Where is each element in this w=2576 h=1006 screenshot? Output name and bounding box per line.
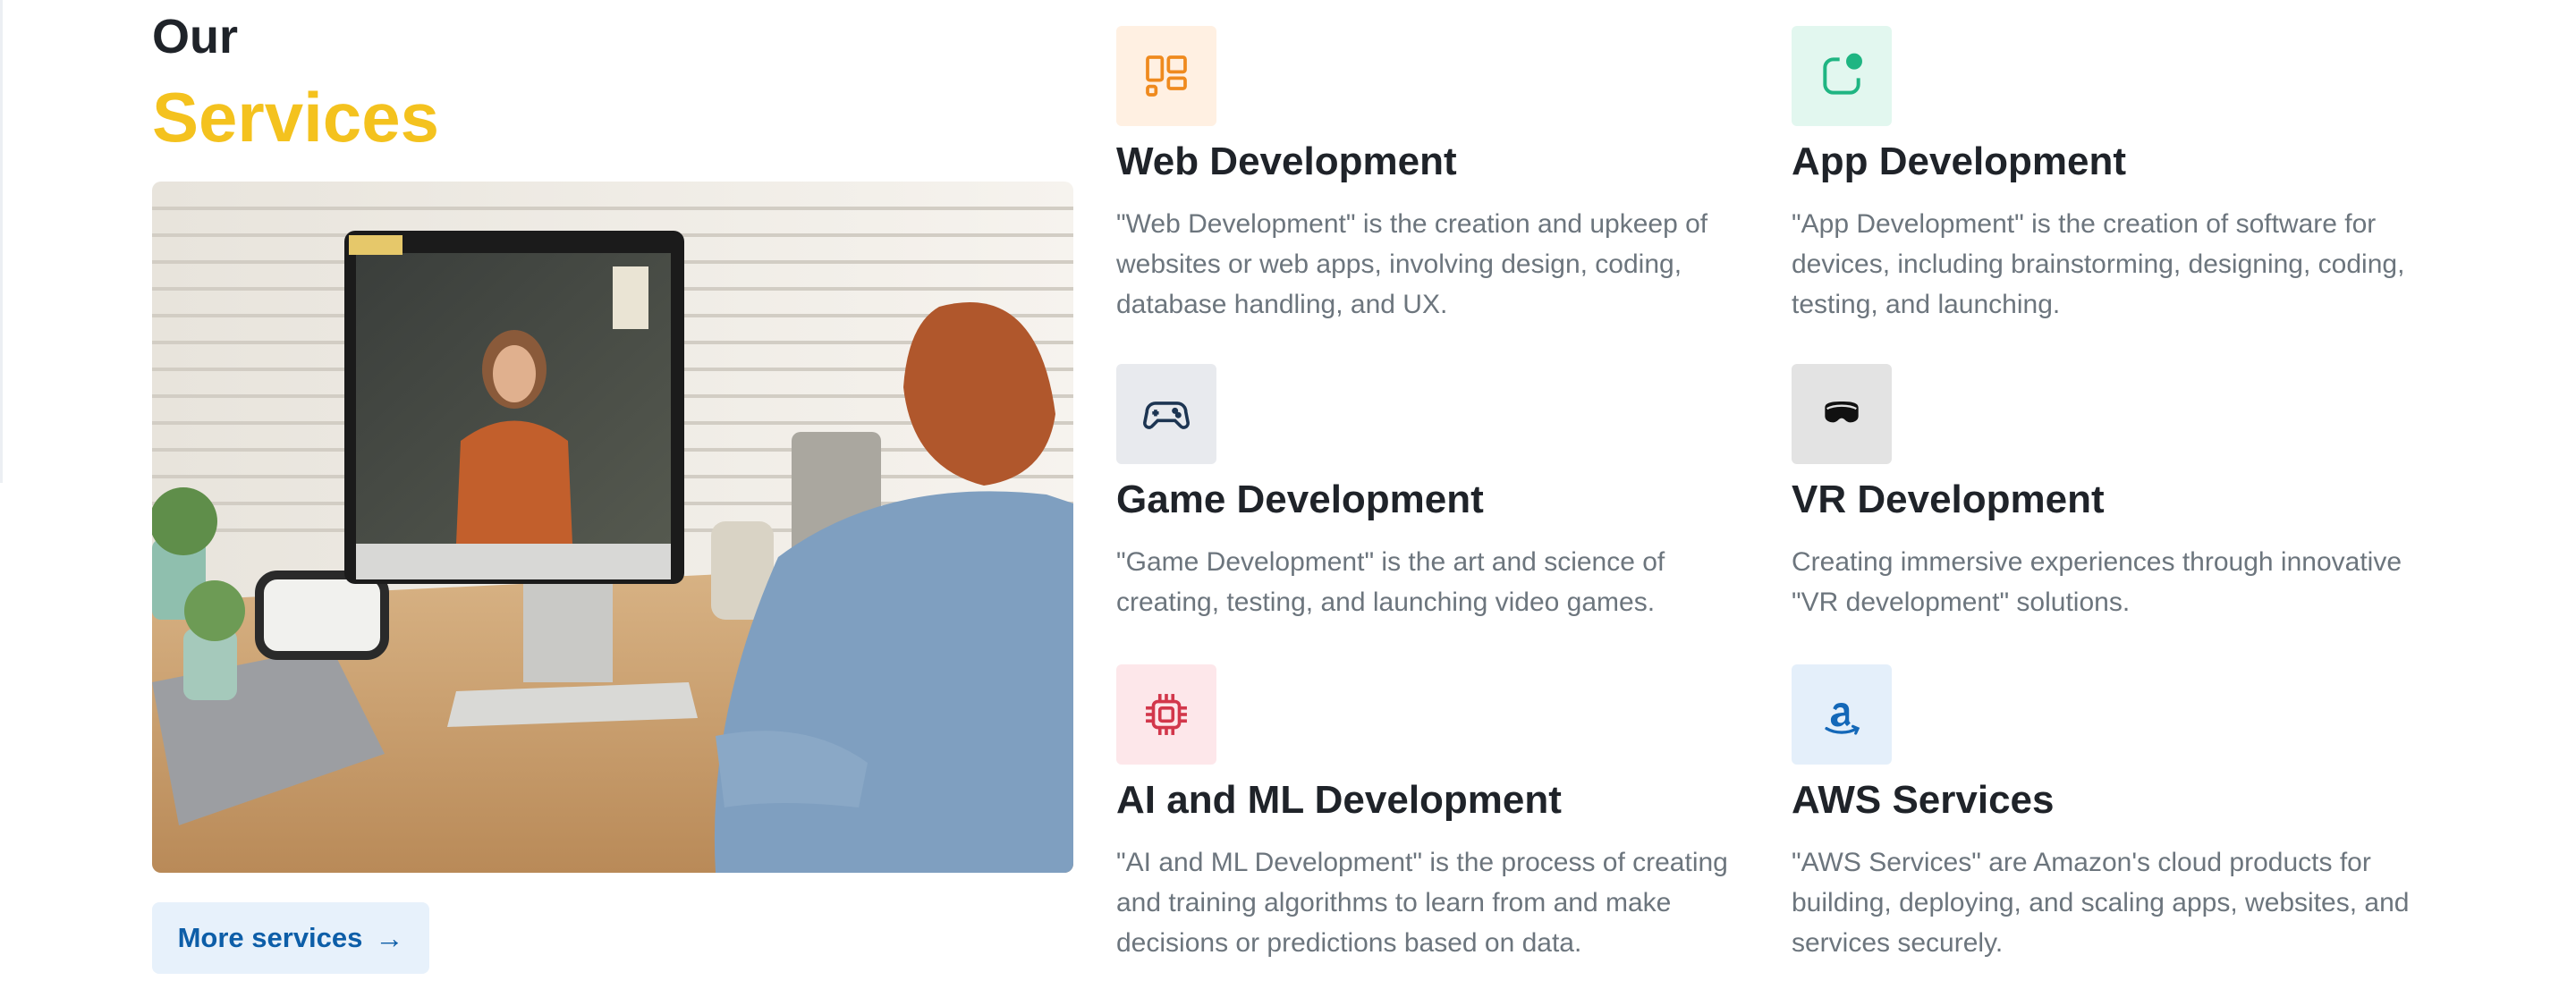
service-title: VR Development	[1792, 478, 2105, 521]
vr-headset-icon	[1792, 364, 1892, 464]
service-title: Game Development	[1116, 478, 1484, 521]
service-app-development: App Development "App Development" is the…	[1792, 26, 2418, 325]
service-aws-services: AWS Services "AWS Services" are Amazon's…	[1792, 664, 2418, 963]
section-heading-services: Services	[152, 78, 439, 156]
service-vr-development: VR Development Creating immersive experi…	[1792, 364, 2418, 622]
section-heading-our: Our	[152, 10, 239, 63]
layout-icon	[1116, 26, 1216, 126]
service-description: Creating immersive experiences through i…	[1792, 546, 2402, 617]
service-ai-ml-development: AI and ML Development "AI and ML Develop…	[1116, 664, 1742, 963]
service-description: "AWS Services" are Amazon's cloud produc…	[1792, 847, 2410, 958]
service-description: "Game Development" is the art and scienc…	[1116, 546, 1665, 617]
more-services-label: More services	[177, 922, 363, 953]
service-title: AWS Services	[1792, 778, 2055, 822]
service-title: App Development	[1792, 139, 2127, 183]
service-description: "App Development" is the creation of sof…	[1792, 208, 2405, 319]
more-services-button[interactable]: More services →	[152, 902, 429, 974]
service-web-development: Web Development "Web Development" is the…	[1116, 26, 1742, 325]
services-hero-image	[152, 182, 1073, 873]
page-edge	[0, 0, 3, 483]
service-description: "Web Development" is the creation and up…	[1116, 208, 1708, 319]
service-description: "AI and ML Development" is the process o…	[1116, 847, 1728, 958]
amazon-icon	[1792, 664, 1892, 765]
cpu-chip-icon	[1116, 664, 1216, 765]
app-notification-icon	[1792, 26, 1892, 126]
gamepad-icon	[1116, 364, 1216, 464]
service-title: AI and ML Development	[1116, 778, 1562, 822]
arrow-right-icon: →	[375, 921, 404, 954]
service-game-development: Game Development "Game Development" is t…	[1116, 364, 1742, 622]
service-title: Web Development	[1116, 139, 1457, 183]
